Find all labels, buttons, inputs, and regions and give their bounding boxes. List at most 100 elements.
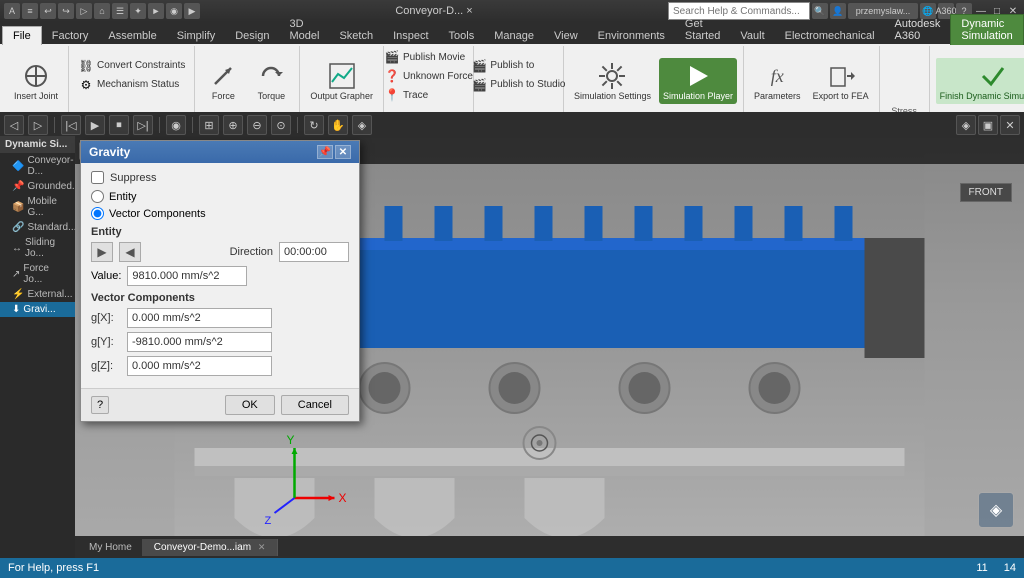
quick-access-4[interactable]: ▷ (76, 3, 92, 19)
tab-3dmodel[interactable]: 3D Model (279, 14, 329, 45)
viewcube[interactable]: ◈ (978, 492, 1014, 528)
zoom-fit-btn[interactable]: ⊞ (199, 115, 219, 135)
value-input[interactable] (127, 266, 247, 286)
sim-stop-button[interactable]: ⏹ (109, 115, 129, 135)
expand-btn[interactable]: ◈ (352, 115, 372, 135)
sim-start-button[interactable]: |◁ (61, 115, 81, 135)
trace-button[interactable]: 📍 Trace (381, 86, 476, 104)
quick-access-7[interactable]: ✦ (130, 3, 146, 19)
panel-header[interactable]: Dynamic Si... (0, 136, 75, 153)
status-val2: 14 (1004, 562, 1016, 574)
tab-sketch[interactable]: Sketch (329, 26, 383, 45)
panel-item-standard[interactable]: 🔗 Standard... (0, 220, 75, 235)
simulation-settings-button[interactable]: Simulation Settings (570, 58, 655, 104)
parameters-button[interactable]: fx Parameters (750, 58, 805, 104)
sim-play-button[interactable]: ▶ (85, 115, 105, 135)
view-pan-btn[interactable]: ✋ (328, 115, 348, 135)
dialog-cancel-button[interactable]: Cancel (281, 395, 349, 415)
trace-icon: 📍 (384, 87, 400, 103)
tab-file[interactable]: File (2, 26, 42, 45)
dialog-ok-button[interactable]: OK (225, 395, 275, 415)
tab-assemble[interactable]: Assemble (98, 26, 166, 45)
tab-vault[interactable]: Vault (730, 26, 774, 45)
panel-expand-btn[interactable]: ◈ (956, 115, 976, 135)
zoom-out-btn[interactable]: ⊖ (247, 115, 267, 135)
tab-a360[interactable]: Autodesk A360 (885, 14, 951, 45)
tab-dynamic-simulation[interactable]: Dynamic Simulation (950, 14, 1023, 45)
panel-item-mobile[interactable]: 📦 Mobile G... (0, 194, 75, 220)
tab-factory[interactable]: Factory (42, 26, 99, 45)
panel-item-grounded[interactable]: 📌 Grounded... (0, 179, 75, 194)
view-rotate-btn[interactable]: ↻ (304, 115, 324, 135)
gz-input[interactable] (127, 356, 272, 376)
dialog-help-button[interactable]: ? (91, 396, 109, 414)
tab-home[interactable]: My Home (79, 539, 142, 556)
gy-input[interactable] (127, 332, 272, 352)
suppress-checkbox[interactable] (91, 171, 104, 184)
zoom-in-btn[interactable]: ⊕ (223, 115, 243, 135)
entity-flip-btn[interactable]: ◀ (119, 242, 141, 262)
entity-select-btn[interactable]: ▶ (91, 242, 113, 262)
force-button[interactable]: Force (201, 58, 245, 104)
tab-tools[interactable]: Tools (439, 26, 485, 45)
tab-environments[interactable]: Environments (588, 26, 675, 45)
panel-full-btn[interactable]: ▣ (978, 115, 998, 135)
search-icon[interactable]: 🔍 (812, 3, 828, 19)
finish-simulation-button[interactable]: Finish Dynamic Simulation (936, 58, 1024, 104)
export-fea-button[interactable]: Export to FEA (809, 58, 873, 104)
quick-access-3[interactable]: ↪ (58, 3, 74, 19)
panel-item-sliding[interactable]: ↔ Sliding Jo... (0, 235, 75, 261)
quick-access-1[interactable]: ≡ (22, 3, 38, 19)
gx-input[interactable] (127, 308, 272, 328)
gx-label: g[X]: (91, 312, 121, 324)
svg-text:X: X (339, 491, 347, 505)
publish-movie-button[interactable]: 🎬 Publish Movie (381, 48, 476, 66)
zoom-window-btn[interactable]: ⊙ (271, 115, 291, 135)
tab-conveyor[interactable]: Conveyor-Demo...iam ✕ (142, 539, 279, 556)
tab-getstarted[interactable]: Get Started (675, 14, 730, 45)
quick-access-5[interactable]: ⌂ (94, 3, 110, 19)
dialog-close-button[interactable]: ✕ (335, 145, 351, 159)
dialog-pin-button[interactable]: 📌 (317, 145, 333, 159)
gy-label: g[Y]: (91, 336, 121, 348)
sim-end-button[interactable]: ▷| (133, 115, 153, 135)
tab-design[interactable]: Design (225, 26, 279, 45)
publish-to-studio-button[interactable]: 🎬 Publish to Studio (468, 76, 568, 94)
convert-constraints-button[interactable]: ⛓ Convert Constraints (75, 57, 188, 75)
output-grapher-button[interactable]: Output Grapher (306, 58, 377, 104)
app-icon[interactable]: A (4, 3, 20, 19)
simulation-settings-icon (596, 60, 628, 92)
toolbar2-sep3 (192, 117, 193, 133)
nav-forward-button[interactable]: ▷ (28, 115, 48, 135)
tab-conveyor-close[interactable]: ✕ (258, 542, 266, 552)
user-icon[interactable]: 👤 (830, 3, 846, 19)
panel-item-gravity[interactable]: ⬇ Gravi... (0, 302, 75, 317)
panel-item-external[interactable]: ⚡ External... (0, 287, 75, 302)
torque-button[interactable]: Torque (249, 58, 293, 104)
tab-manage[interactable]: Manage (484, 26, 544, 45)
direction-input[interactable] (279, 242, 349, 262)
tab-inspect[interactable]: Inspect (383, 26, 438, 45)
mechanism-status-button[interactable]: ⚙ Mechanism Status (75, 76, 188, 94)
external-label: External... (27, 289, 72, 300)
tab-view[interactable]: View (544, 26, 588, 45)
quick-access-2[interactable]: ↩ (40, 3, 56, 19)
quick-access-10[interactable]: ▶ (184, 3, 200, 19)
quick-access-6[interactable]: ☰ (112, 3, 128, 19)
tab-electromechanical[interactable]: Electromechanical (775, 26, 885, 45)
insert-joint-button[interactable]: Insert Joint (10, 58, 62, 104)
nav-back-button[interactable]: ◁ (4, 115, 24, 135)
publish-to-button[interactable]: 🎬 Publish to (468, 57, 568, 75)
tab-simplify[interactable]: Simplify (167, 26, 226, 45)
unknown-force-button[interactable]: ❓ Unknown Force (381, 67, 476, 85)
quick-access-9[interactable]: ◉ (166, 3, 182, 19)
simulation-player-button[interactable]: Simulation Player (659, 58, 737, 104)
radio-entity[interactable] (91, 190, 104, 203)
radio-vector[interactable] (91, 207, 104, 220)
panel-item-forcejo[interactable]: ↗ Force Jo... (0, 261, 75, 287)
ribbon-tab-bar: File Factory Assemble Simplify Design 3D… (0, 22, 1024, 44)
quick-access-8[interactable]: ► (148, 3, 164, 19)
panel-close-btn[interactable]: ✕ (1000, 115, 1020, 135)
panel-item-conveyor[interactable]: 🔷 Conveyor-D... (0, 153, 75, 179)
sim-settings-btn[interactable]: ◉ (166, 115, 186, 135)
